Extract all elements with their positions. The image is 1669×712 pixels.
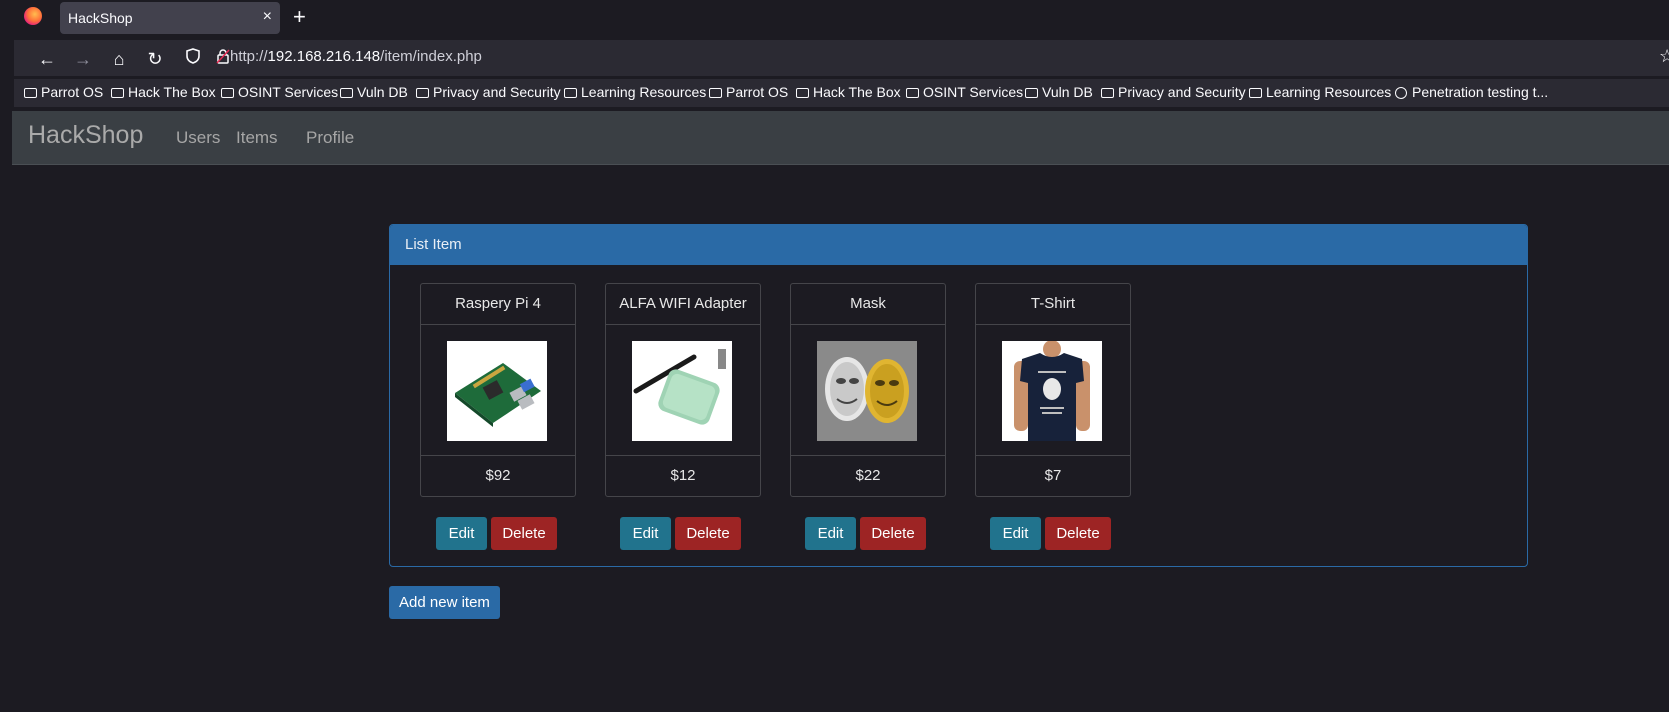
browser-tab[interactable]: HackShop × [60,2,280,34]
browser-tab-bar: HackShop × + [0,0,1669,36]
url-path: /item/index.php [380,48,482,65]
folder-icon [1025,88,1038,98]
folder-icon [906,88,919,98]
edit-button[interactable]: Edit [436,517,487,550]
back-arrow-icon[interactable]: ← [36,48,58,70]
edit-button[interactable]: Edit [805,517,856,550]
item-card: T-Shirt $7 [975,283,1131,497]
wifi-adapter-image [632,341,732,441]
bookmark-privacy-security[interactable]: Privacy and Security [416,84,561,100]
bookmark-privacy-security-2[interactable]: Privacy and Security [1101,84,1246,100]
bookmark-parrot-os[interactable]: Parrot OS [24,84,103,100]
folder-icon [1249,88,1262,98]
item-card: Mask $22 [790,283,946,497]
item-name: Mask [791,284,945,325]
bookmark-osint-services[interactable]: OSINT Services [221,84,338,100]
site-navbar: HackShop Users Items Profile [12,111,1669,165]
folder-icon [340,88,353,98]
folder-icon [709,88,722,98]
home-icon[interactable]: ⌂ [108,48,130,70]
bookmark-learning-resources-2[interactable]: Learning Resources [1249,84,1391,100]
item-name: ALFA WIFI Adapter [606,284,760,325]
item-name: T-Shirt [976,284,1130,325]
site-brand[interactable]: HackShop [28,121,143,150]
delete-button[interactable]: Delete [491,517,557,550]
item-image-area [976,325,1130,456]
item-image-area [791,325,945,456]
url-scheme: http:// [230,48,268,65]
globe-icon [1395,87,1407,99]
item-price: $7 [1044,467,1062,484]
bookmarks-toolbar: Parrot OS Hack The Box OSINT Services Vu… [14,79,1669,107]
delete-button[interactable]: Delete [675,517,741,550]
item-image-area [421,325,575,456]
bookmark-learning-resources[interactable]: Learning Resources [564,84,706,100]
folder-icon [111,88,124,98]
bookmark-vuln-db[interactable]: Vuln DB [340,84,408,100]
browser-nav-bar: ← → ⌂ ↻ http://192.168.216.148/item/inde… [14,40,1669,76]
folder-icon [564,88,577,98]
folder-icon [796,88,809,98]
item-card: Raspery Pi 4 $92 [420,283,576,497]
edit-button[interactable]: Edit [990,517,1041,550]
new-tab-button[interactable]: + [293,4,306,30]
item-card: ALFA WIFI Adapter $12 [605,283,761,497]
add-new-item-button[interactable]: Add new item [389,586,500,619]
nav-link-users[interactable]: Users [176,128,220,148]
bookmark-hack-the-box[interactable]: Hack The Box [111,84,216,100]
bookmark-vuln-db-2[interactable]: Vuln DB [1025,84,1093,100]
folder-icon [1101,88,1114,98]
panel-heading: List Item [390,225,1527,265]
edit-button[interactable]: Edit [620,517,671,550]
nav-link-profile[interactable]: Profile [306,128,354,148]
firefox-logo-icon[interactable] [24,7,42,25]
bookmark-hack-the-box-2[interactable]: Hack The Box [796,84,901,100]
item-image-area [606,325,760,456]
item-price: $12 [670,467,696,484]
t-shirt-image [1002,341,1102,441]
folder-icon [24,88,37,98]
delete-button[interactable]: Delete [860,517,926,550]
item-list-panel: List Item Raspery Pi 4 $92 Edit Delete A… [389,224,1528,567]
nav-link-items[interactable]: Items [236,128,278,148]
delete-button[interactable]: Delete [1045,517,1111,550]
tab-close-icon[interactable]: × [263,8,272,26]
folder-icon [416,88,429,98]
bookmark-osint-services-2[interactable]: OSINT Services [906,84,1023,100]
url-bar[interactable]: http://192.168.216.148/item/index.php [230,48,482,65]
reload-icon[interactable]: ↻ [144,48,166,70]
mask-image [817,341,917,441]
folder-icon [221,88,234,98]
forward-arrow-icon[interactable]: → [72,48,94,70]
item-price: $92 [485,467,511,484]
bookmark-star-icon[interactable]: ☆ [1659,46,1669,67]
shield-icon[interactable] [182,48,204,70]
raspberry-pi-image [447,341,547,441]
tab-title: HackShop [68,10,133,26]
bookmark-parrot-os-2[interactable]: Parrot OS [709,84,788,100]
item-price: $22 [855,467,881,484]
item-name: Raspery Pi 4 [421,284,575,325]
bookmark-penetration-testing[interactable]: Penetration testing t... [1395,84,1548,100]
url-host: 192.168.216.148 [267,48,381,65]
